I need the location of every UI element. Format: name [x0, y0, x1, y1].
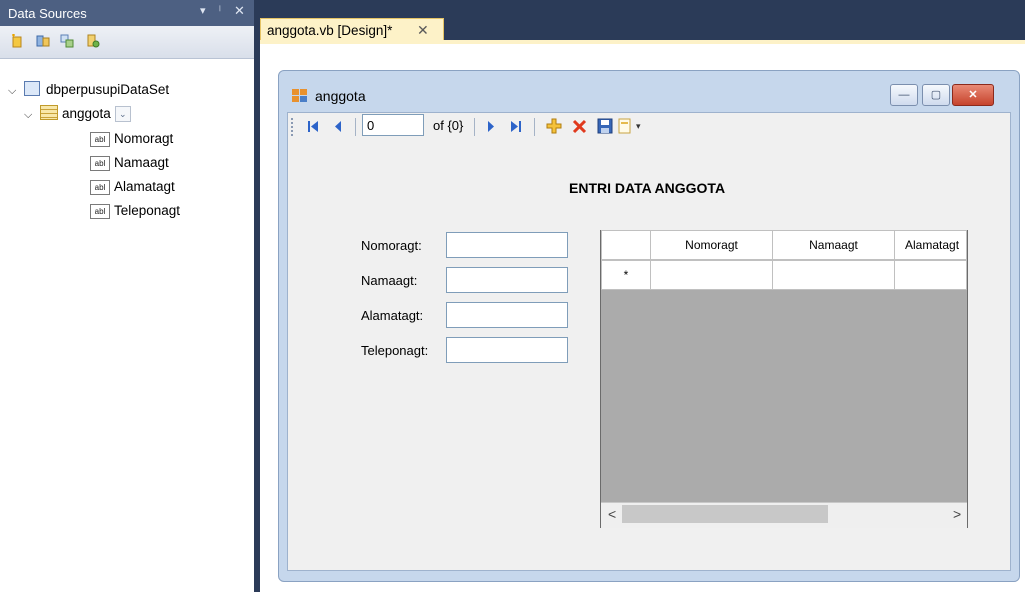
form-title: anggota [315, 88, 366, 104]
add-new-icon[interactable] [546, 118, 562, 134]
tree-node-dataset[interactable]: ⌵ dbperpusupiDataSet [8, 80, 169, 100]
move-last-icon[interactable] [510, 120, 522, 133]
delete-icon[interactable] [572, 119, 587, 134]
field-label: Nomoragt [114, 131, 174, 146]
tree-node-table[interactable]: ⌵ anggota ⌄ [24, 104, 131, 124]
grid-cell[interactable] [772, 260, 895, 290]
pin-icon[interactable]: ᛌ [216, 3, 224, 18]
panel-close-icon[interactable]: ✕ [234, 3, 245, 19]
minimize-button[interactable]: — [890, 84, 918, 106]
textbox-field-icon: abl [90, 204, 110, 219]
record-count-label: of {0} [433, 118, 464, 133]
scroll-right-icon[interactable]: > [953, 506, 961, 522]
refresh-data-source-icon[interactable] [86, 34, 100, 48]
tree-node-field[interactable]: abl Namaagt [90, 153, 169, 173]
print-dropdown-icon[interactable]: ▾ [636, 121, 641, 132]
save-icon[interactable] [597, 118, 613, 134]
data-sources-toolbar [0, 26, 254, 59]
namaagt-label: Namaagt: [361, 273, 418, 288]
position-textbox[interactable]: 0 [362, 114, 424, 136]
move-next-icon[interactable] [486, 120, 496, 133]
tree-node-field[interactable]: abl Teleponagt [90, 201, 180, 221]
table-dropdown-icon[interactable]: ⌄ [114, 106, 131, 123]
panel-dropdown-icon[interactable]: ▾ [200, 4, 206, 17]
print-icon[interactable] [617, 118, 633, 134]
tab-close-icon[interactable]: ✕ [417, 22, 429, 39]
toolbar-separator [355, 118, 356, 136]
configure-dataset-icon[interactable] [60, 34, 74, 48]
expand-chevron-icon[interactable]: ⌵ [24, 105, 36, 125]
expand-chevron-icon[interactable]: ⌵ [8, 81, 20, 101]
nomoragt-label: Nomoragt: [361, 238, 422, 253]
edit-dataset-icon[interactable] [36, 34, 50, 48]
textbox-field-icon: abl [90, 132, 110, 147]
grid-column-header[interactable]: Namaagt [772, 230, 895, 260]
textbox-field-icon: abl [90, 180, 110, 195]
data-sources-panel: Data Sources ▾ ᛌ ✕ ⌵ dbperpusupiDataSet ⌵… [0, 0, 254, 592]
form-icon [292, 89, 307, 102]
form-heading: ENTRI DATA ANGGOTA [569, 180, 726, 196]
tab-label: anggota.vb [Design]* [267, 23, 393, 38]
toolbar-separator [474, 118, 475, 136]
table-icon [40, 105, 58, 120]
field-label: Namaagt [114, 155, 169, 170]
close-button[interactable]: ✕ [952, 84, 994, 106]
scroll-left-icon[interactable]: < [608, 506, 616, 522]
data-sources-header: Data Sources ▾ ᛌ ✕ [0, 0, 254, 26]
dataset-icon [24, 81, 40, 96]
scrollbar-thumb[interactable] [622, 505, 828, 523]
tree-node-field[interactable]: abl Alamatagt [90, 177, 175, 197]
namaagt-input[interactable] [446, 267, 568, 293]
grid-column-header[interactable]: Nomoragt [650, 230, 773, 260]
nomoragt-input[interactable] [446, 232, 568, 258]
teleponagt-input[interactable] [446, 337, 568, 363]
alamatagt-input[interactable] [446, 302, 568, 328]
grid-cell[interactable] [894, 260, 967, 290]
table-label: anggota [62, 106, 111, 121]
field-label: Alamatagt [114, 179, 175, 194]
toolbar-separator [534, 118, 535, 136]
grid-column-header[interactable]: Alamatagt [894, 230, 967, 260]
move-first-icon[interactable] [307, 120, 319, 133]
toolbar-grip[interactable] [291, 118, 295, 136]
maximize-button[interactable]: ▢ [922, 84, 950, 106]
alamatagt-label: Alamatagt: [361, 308, 424, 323]
textbox-field-icon: abl [90, 156, 110, 171]
field-label: Teleponagt [114, 203, 181, 218]
data-sources-title: Data Sources [8, 6, 87, 21]
grid-corner-header[interactable] [601, 230, 651, 260]
grid-cell[interactable] [650, 260, 773, 290]
move-previous-icon[interactable] [333, 120, 343, 133]
dataset-label: dbperpusupiDataSet [46, 82, 170, 97]
new-row-marker[interactable]: * [601, 260, 651, 290]
tab-anggota-design[interactable]: anggota.vb [Design]* ✕ [260, 18, 444, 41]
teleponagt-label: Teleponagt: [361, 343, 429, 358]
add-data-source-icon[interactable] [10, 34, 24, 48]
tree-node-field[interactable]: abl Nomoragt [90, 129, 173, 149]
